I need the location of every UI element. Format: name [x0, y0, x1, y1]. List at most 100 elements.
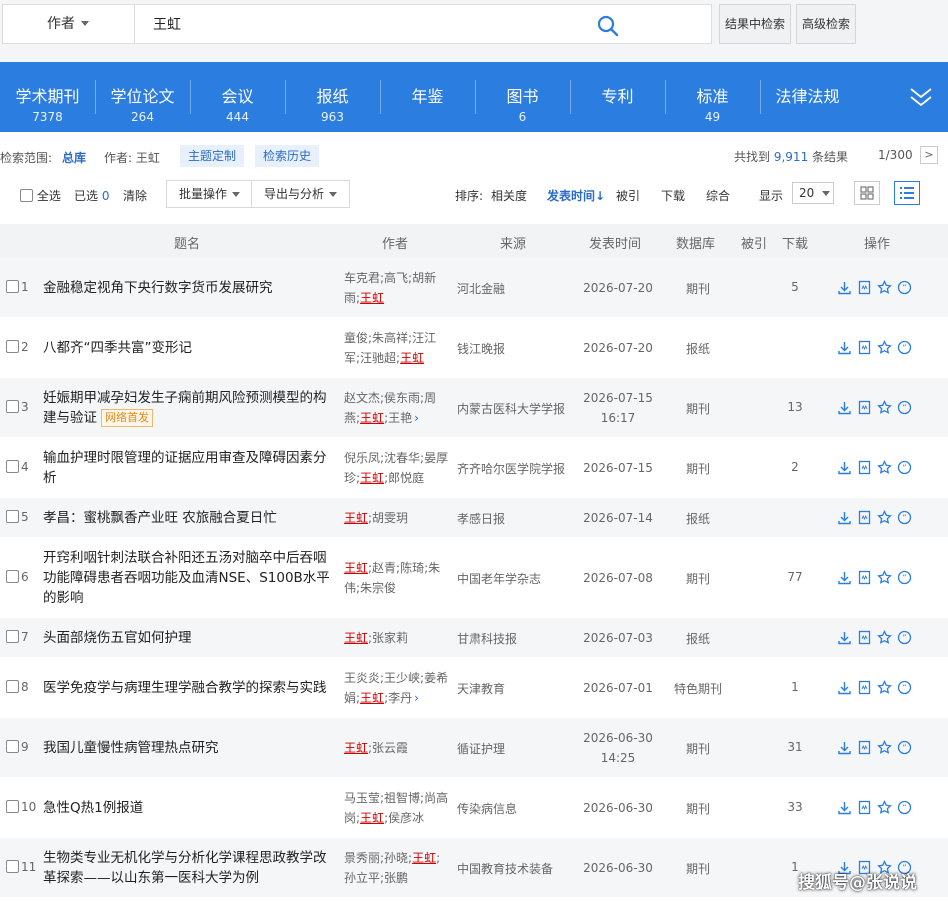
download-icon[interactable]: [837, 630, 852, 645]
read-html-icon[interactable]: [857, 630, 872, 645]
result-source-link[interactable]: 内蒙古医科大学学报: [457, 400, 565, 417]
sort-relevance[interactable]: 相关度: [491, 187, 527, 204]
author-highlight-link[interactable]: 王虹: [360, 811, 384, 825]
author-highlight-link[interactable]: 王虹: [344, 631, 368, 645]
tab-7[interactable]: 标准 49: [665, 62, 760, 132]
select-all-checkbox[interactable]: [20, 189, 33, 202]
favorite-star-icon[interactable]: [877, 460, 892, 475]
table-row[interactable]: 2 八都齐“四季共富”变形记 童俊;朱高祥;汪江军;汪驰超;王虹 钱江晚报 2026-0…: [0, 318, 948, 378]
row-select[interactable]: 5: [6, 510, 29, 524]
table-row[interactable]: 7 头面部烧伤五官如何护理 王虹;张家莉 甘肃科技报 2026-07-03 报纸”: [0, 618, 948, 658]
result-title-link[interactable]: 开窍利咽针刺法联合补阳还五汤对脑卒中后吞咽功能障碍患者吞咽功能及血清NSE、S1…: [43, 548, 338, 608]
favorite-star-icon[interactable]: [877, 510, 892, 525]
table-row[interactable]: 1 金融稳定视角下央行数字货币发展研究 车克君;高飞;胡新雨;王虹 河北金融 2026-…: [0, 258, 948, 318]
row-checkbox[interactable]: [6, 680, 19, 693]
result-source-link[interactable]: 中国教育技术装备: [457, 860, 553, 877]
favorite-star-icon[interactable]: [877, 680, 892, 695]
favorite-star-icon[interactable]: [877, 570, 892, 585]
scope-range[interactable]: 总库: [62, 149, 86, 166]
read-html-icon[interactable]: [857, 400, 872, 415]
result-source-link[interactable]: 循证护理: [457, 740, 505, 757]
row-checkbox[interactable]: [6, 510, 19, 523]
row-checkbox[interactable]: [6, 460, 19, 473]
more-authors-icon[interactable]: ›: [414, 691, 419, 705]
grid-view-button[interactable]: [854, 181, 880, 205]
row-select[interactable]: 10: [6, 800, 36, 814]
sort-publish-date[interactable]: 发表时间↓: [547, 187, 605, 204]
row-select[interactable]: 6: [6, 570, 29, 584]
row-checkbox[interactable]: [6, 630, 19, 643]
row-checkbox[interactable]: [6, 860, 19, 873]
favorite-star-icon[interactable]: [877, 280, 892, 295]
search-icon[interactable]: [597, 15, 619, 37]
result-title-link[interactable]: 输血护理时限管理的证据应用审查及障碍因素分析: [43, 448, 338, 488]
author-highlight-link[interactable]: 王虹: [344, 741, 368, 755]
select-all[interactable]: 全选: [20, 187, 61, 204]
download-icon[interactable]: [837, 680, 852, 695]
author-highlight-link[interactable]: 王虹: [360, 691, 384, 705]
read-html-icon[interactable]: [857, 680, 872, 695]
download-icon[interactable]: [837, 280, 852, 295]
row-select[interactable]: 4: [6, 460, 29, 474]
cite-quote-icon[interactable]: ”: [897, 400, 912, 415]
search-in-results-button[interactable]: 结果中检索: [719, 4, 791, 44]
tab-3[interactable]: 报纸 963: [285, 62, 380, 132]
row-checkbox[interactable]: [6, 570, 19, 583]
result-source-link[interactable]: 齐齐哈尔医学院学报: [457, 460, 565, 477]
read-html-icon[interactable]: [857, 800, 872, 815]
chevron-down-icon[interactable]: [908, 84, 934, 110]
download-icon[interactable]: [837, 740, 852, 755]
cite-quote-icon[interactable]: ”: [897, 340, 912, 355]
favorite-star-icon[interactable]: [877, 740, 892, 755]
download-icon[interactable]: [837, 460, 852, 475]
author-highlight-link[interactable]: 王虹: [360, 471, 384, 485]
table-row[interactable]: 9 我国儿童慢性病管理热点研究 王虹;张云霞 循证护理 2026-06-30 14:25…: [0, 718, 948, 778]
result-title-link[interactable]: 金融稳定视角下央行数字货币发展研究: [43, 278, 338, 298]
result-source-link[interactable]: 孝感日报: [457, 510, 505, 527]
result-source-link[interactable]: 钱江晚报: [457, 340, 505, 357]
download-icon[interactable]: [837, 400, 852, 415]
search-field-select[interactable]: 作者: [23, 5, 135, 43]
author-highlight-link[interactable]: 王虹: [360, 411, 384, 425]
cite-quote-icon[interactable]: ”: [897, 740, 912, 755]
row-select[interactable]: 7: [6, 630, 29, 644]
row-select[interactable]: 2: [6, 340, 29, 354]
cite-quote-icon[interactable]: ”: [897, 510, 912, 525]
favorite-star-icon[interactable]: [877, 630, 892, 645]
tab-1[interactable]: 学位论文 264: [95, 62, 190, 132]
cite-quote-icon[interactable]: ”: [897, 680, 912, 695]
row-checkbox[interactable]: [6, 280, 19, 293]
table-row[interactable]: 6 开窍利咽针刺法联合补阳还五汤对脑卒中后吞咽功能障碍患者吞咽功能及血清NSE、S…: [0, 538, 948, 618]
author-highlight-link[interactable]: 王虹: [360, 291, 384, 305]
tab-4[interactable]: 年鉴: [380, 62, 475, 132]
page-size-select[interactable]: 20: [792, 182, 834, 204]
table-row[interactable]: 5 孝昌：蜜桃飘香产业旺 农旅融合夏日忙 王虹;胡雯玥 孝感日报 2026-07-14 报…: [0, 498, 948, 538]
row-select[interactable]: 9: [6, 740, 29, 754]
batch-operations-dropdown[interactable]: 批量操作: [166, 180, 254, 208]
table-row[interactable]: 8 医学免疫学与病理生理学融合教学的探索与实践 王炎炎;王少峡;姜希娟;王虹;李丹 ›…: [0, 658, 948, 718]
cite-quote-icon[interactable]: ”: [897, 800, 912, 815]
sort-cited[interactable]: 被引: [616, 187, 640, 204]
row-select[interactable]: 3: [6, 400, 29, 414]
row-select[interactable]: 1: [6, 280, 29, 294]
author-highlight-link[interactable]: 王虹: [344, 511, 368, 525]
tab-5[interactable]: 图书 6: [475, 62, 570, 132]
topic-custom-button[interactable]: 主题定制: [180, 145, 245, 167]
result-title-link[interactable]: 妊娠期甲减孕妇发生子痫前期风险预测模型的构建与验证 网络首发: [43, 388, 338, 428]
result-title-link[interactable]: 我国儿童慢性病管理热点研究: [43, 738, 338, 758]
export-analysis-dropdown[interactable]: 导出与分析: [251, 180, 351, 208]
tab-2[interactable]: 会议 444: [190, 62, 285, 132]
result-title-link[interactable]: 医学免疫学与病理生理学融合教学的探索与实践: [43, 678, 338, 698]
download-icon[interactable]: [837, 800, 852, 815]
clear-selection-link[interactable]: 清除: [123, 187, 147, 204]
read-html-icon[interactable]: [857, 280, 872, 295]
result-source-link[interactable]: 甘肃科技报: [457, 630, 517, 647]
cite-quote-icon[interactable]: ”: [897, 280, 912, 295]
tab-0[interactable]: 学术期刊 7378: [0, 62, 95, 132]
more-authors-icon[interactable]: ›: [414, 411, 419, 425]
result-title-link[interactable]: 急性Q热1例报道: [43, 798, 338, 818]
row-checkbox[interactable]: [6, 740, 19, 753]
table-row[interactable]: 3 妊娠期甲减孕妇发生子痫前期风险预测模型的构建与验证 网络首发 赵文杰;侯东雨;周燕…: [0, 378, 948, 438]
favorite-star-icon[interactable]: [877, 400, 892, 415]
row-select[interactable]: 8: [6, 680, 29, 694]
